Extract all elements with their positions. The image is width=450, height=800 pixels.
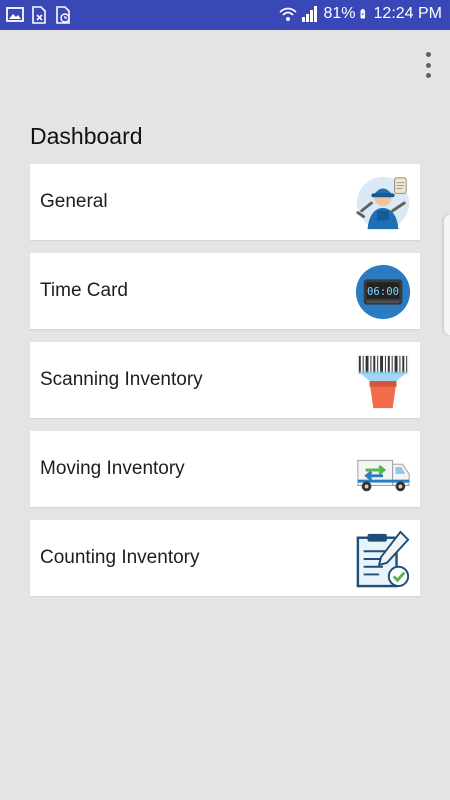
status-bar: 81% 12:24 PM	[0, 0, 450, 30]
more-vert-icon[interactable]	[422, 52, 434, 78]
worker-icon	[356, 176, 410, 230]
dot	[425, 73, 431, 78]
wifi-icon	[279, 7, 298, 21]
battery-icon	[360, 9, 365, 19]
clock-time: 12:24 PM	[373, 5, 442, 22]
battery-percent: 81%	[323, 5, 356, 22]
signal-icon	[302, 6, 318, 22]
dashboard-item-label: Counting Inventory	[40, 547, 200, 568]
dashboard-item-label: Time Card	[40, 280, 128, 301]
app-bar	[0, 30, 450, 100]
image-icon	[6, 7, 24, 22]
dashboard-item-time-card[interactable]: Time Card 06:00	[30, 253, 420, 329]
page-title: Dashboard	[30, 123, 143, 149]
dashboard-item-label: Scanning Inventory	[40, 369, 203, 390]
dashboard-item-label: General	[40, 191, 108, 212]
dashboard-item-general[interactable]: General	[30, 164, 420, 240]
dot	[425, 52, 431, 57]
edge-panel-handle[interactable]	[444, 215, 450, 335]
dashboard-item-scanning-inventory[interactable]: Scanning Inventory	[30, 342, 420, 418]
dashboard-item-counting-inventory[interactable]: Counting Inventory	[30, 520, 420, 596]
barcode-scanner-icon	[355, 353, 411, 409]
clipboard-check-icon	[356, 530, 410, 588]
notification-icons	[6, 6, 72, 24]
moving-truck-icon	[357, 459, 410, 492]
file-x-icon	[32, 6, 46, 24]
clock-display-icon: 06:00	[355, 264, 411, 320]
system-status: 81% 12:24 PM	[279, 5, 442, 23]
dashboard-list: General Time Card 06:00 Scanning Invento…	[30, 164, 420, 609]
dot	[425, 62, 431, 68]
dashboard-item-label: Moving Inventory	[40, 458, 185, 479]
svg-text:06:00: 06:00	[367, 285, 399, 298]
file-clock-icon	[56, 6, 70, 24]
dashboard-item-moving-inventory[interactable]: Moving Inventory	[30, 431, 420, 507]
